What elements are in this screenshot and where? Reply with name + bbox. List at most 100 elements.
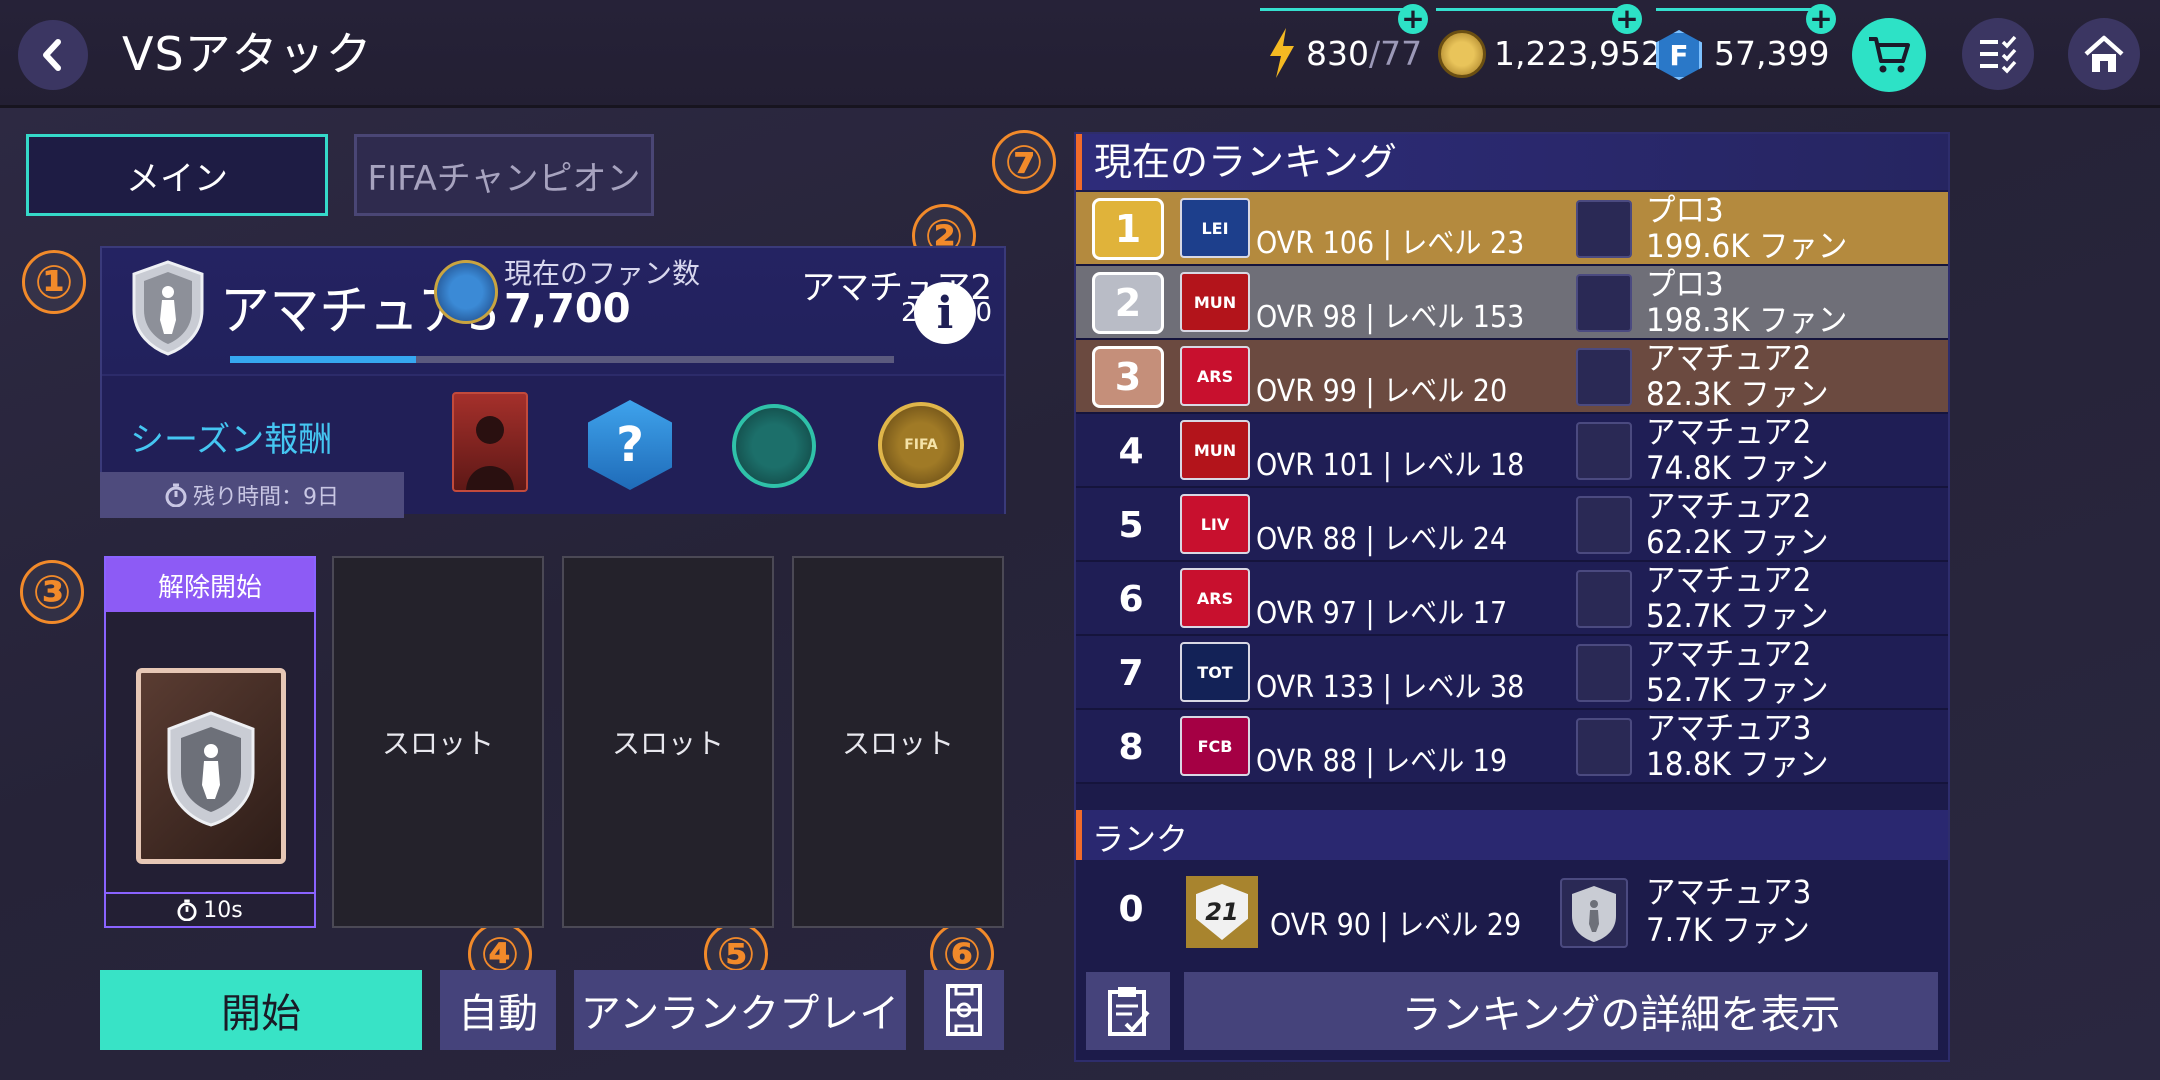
tab-main[interactable]: メイン [26, 134, 328, 216]
tier-shield-icon [1576, 644, 1632, 702]
lightning-icon [1270, 28, 1294, 78]
club-crest-icon: LIV [1180, 494, 1250, 554]
club-crest-icon: LEI [1180, 198, 1250, 258]
ovr-level: OVR 97 | レベル 17 [1256, 596, 1508, 631]
fans-icon [434, 260, 498, 324]
pack-slot-active[interactable]: 解除開始 10s [104, 556, 316, 928]
fan-count-value: 7,700 [504, 286, 631, 332]
pack-slot-empty[interactable]: スロット [792, 556, 1004, 928]
time-left-text: 残り時間：9日 [193, 485, 339, 510]
tier-shield-icon [1576, 570, 1632, 628]
ovr-level: OVR 101 | レベル 18 [1256, 448, 1525, 483]
ranking-header: 現在のランキング [1076, 134, 1948, 190]
tier-shield-icon [1576, 200, 1632, 258]
stopwatch-icon [165, 483, 187, 507]
shop-button[interactable] [1852, 18, 1926, 92]
ovr-level: OVR 133 | レベル 38 [1256, 670, 1525, 705]
fan-count: 82.3K ファン [1646, 375, 1829, 413]
ranking-list[interactable]: 1 LEI OVR 106 | レベル 23 プロ3 199.6K ファン 2 MUN OVR… [1076, 192, 1948, 806]
page-title: VSアタック [122, 27, 373, 81]
slot-label: スロット [611, 727, 724, 760]
my-rank-number: 0 [1118, 888, 1144, 930]
league-progress-fill [230, 356, 416, 363]
ovr-level: OVR 88 | レベル 19 [1256, 744, 1508, 779]
pack-slot-empty[interactable]: スロット [562, 556, 774, 928]
ranking-row[interactable]: 5 LIV OVR 88 | レベル 24 アマチュア2 62.2K ファン [1076, 488, 1948, 562]
points-value: 57,399 [1714, 34, 1830, 73]
league-shield-icon [128, 258, 208, 358]
coin-icon [1438, 30, 1486, 78]
pack-slot-timer: 10s [106, 892, 314, 926]
tier-shield-icon [1576, 348, 1632, 406]
fan-count: 198.3K ファン [1646, 301, 1848, 339]
ranking-row[interactable]: 6 ARS OVR 97 | レベル 17 アマチュア2 52.7K ファン [1076, 562, 1948, 636]
ranking-row[interactable]: 8 FCB OVR 88 | レベル 19 アマチュア3 18.8K ファン [1076, 710, 1948, 784]
unlock-start-label: 解除開始 [106, 558, 314, 612]
info-button[interactable]: i [914, 282, 976, 344]
my-tier-shield-icon [1560, 878, 1628, 948]
show-ranking-details-button[interactable]: ランキングの詳細を表示 [1184, 972, 1938, 1050]
callout-3: ③ [20, 560, 84, 624]
pitch-icon [946, 984, 982, 1036]
rank-medal-icon: 2 [1092, 272, 1164, 334]
ovr-level: OVR 106 | レベル 23 [1256, 226, 1525, 261]
rank-medal-icon: 3 [1092, 346, 1164, 408]
unranked-play-button[interactable]: アンランクプレイ [574, 970, 906, 1050]
ranking-row[interactable]: 2 MUN OVR 98 | レベル 153 プロ3 198.3K ファン [1076, 266, 1948, 340]
coin-reward-icon[interactable]: FIFA [878, 402, 964, 488]
player-pack-reward-icon[interactable] [452, 392, 528, 492]
tier-name: プロ3 [1646, 192, 1724, 229]
callout-1: ① [22, 250, 86, 314]
rank-number: 7 [1118, 652, 1144, 694]
fan-count: 18.8K ファン [1646, 745, 1829, 783]
rank-number: 5 [1118, 504, 1144, 546]
tier-name: アマチュア2 [1646, 487, 1812, 525]
rank-number: 6 [1118, 578, 1144, 620]
season-reward-section: シーズン報酬 ? FIFA 残り時間：9日 [100, 374, 1004, 518]
cart-icon [1869, 37, 1910, 73]
fan-count: 52.7K ファン [1646, 671, 1829, 709]
kit-reward-icon[interactable] [732, 404, 816, 488]
history-button[interactable] [1086, 972, 1170, 1050]
home-button[interactable] [2068, 18, 2140, 90]
formation-button[interactable] [924, 970, 1004, 1050]
points-bar-line [1656, 8, 1826, 11]
start-button[interactable]: 開始 [100, 970, 422, 1050]
my-rank-row: 0 21 OVR 90 | レベル 29 アマチュア3 7.7K ファン [1076, 862, 1948, 962]
my-tier-name: アマチュア3 [1646, 873, 1812, 911]
ranking-row[interactable]: 7 TOT OVR 133 | レベル 38 アマチュア2 52.7K ファン [1076, 636, 1948, 710]
clipboard-icon [1108, 987, 1150, 1036]
top-bar: VSアタック + 830/77 + 1,223,952 + F 57,399 [0, 0, 2160, 108]
club-crest-icon: ARS [1180, 346, 1250, 406]
my-ovr-level: OVR 90 | レベル 29 [1270, 908, 1522, 943]
pack-slot-empty[interactable]: スロット [332, 556, 544, 928]
energy-bar-line [1260, 8, 1410, 11]
tier-name: アマチュア3 [1646, 709, 1812, 747]
tier-name: アマチュア2 [1646, 635, 1812, 673]
mystery-reward-icon[interactable]: ? [588, 400, 672, 490]
back-button[interactable] [18, 20, 88, 90]
ovr-level: OVR 88 | レベル 24 [1256, 522, 1508, 557]
tier-shield-icon [1576, 274, 1632, 332]
coin-bar-line [1436, 8, 1630, 11]
checklist-icon [1980, 35, 2017, 74]
ranking-row[interactable]: 4 MUN OVR 101 | レベル 18 アマチュア2 74.8K ファン [1076, 414, 1948, 488]
fan-count: 62.2K ファン [1646, 523, 1829, 561]
stopwatch-icon [177, 899, 197, 921]
club-crest-icon: TOT [1180, 642, 1250, 702]
tier-name: アマチュア2 [1646, 561, 1812, 599]
auto-button[interactable]: 自動 [440, 970, 556, 1050]
tab-fifa-champion[interactable]: FIFAチャンピオン [354, 134, 654, 216]
fifa-points-icon: F [1656, 30, 1702, 80]
season-reward-label: シーズン報酬 [130, 420, 333, 460]
my-rank-title: ランク [1092, 820, 1189, 858]
tier-shield-icon [1576, 422, 1632, 480]
ranking-row[interactable]: 1 LEI OVR 106 | レベル 23 プロ3 199.6K ファン [1076, 192, 1948, 266]
home-icon [2084, 35, 2124, 72]
club-crest-icon: MUN [1180, 420, 1250, 480]
club-crest-icon: FCB [1180, 716, 1250, 776]
fan-count: 199.6K ファン [1646, 227, 1848, 265]
task-list-button[interactable] [1962, 18, 2034, 90]
coin-value: 1,223,952 [1494, 34, 1662, 73]
ranking-row[interactable]: 3 ARS OVR 99 | レベル 20 アマチュア2 82.3K ファン [1076, 340, 1948, 414]
